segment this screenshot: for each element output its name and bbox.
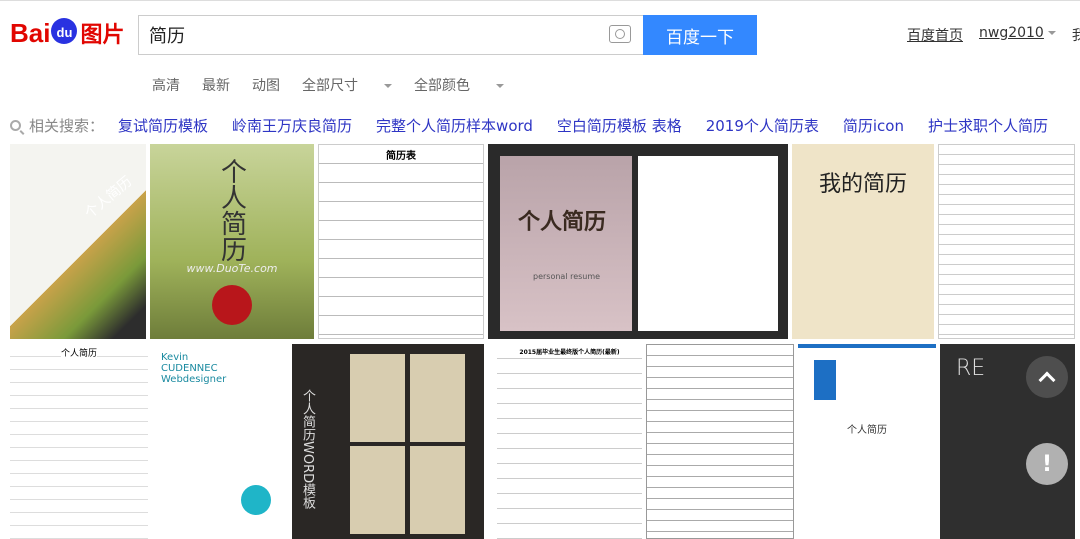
apple-image [212, 285, 252, 325]
user-menu[interactable]: nwg2010 [979, 25, 1056, 45]
chevron-down-icon [1047, 31, 1056, 39]
related-searches: 相关搜索： 复试简历模板 岭南王万庆良简历 完整个人简历样本word 空白简历模… [10, 115, 1072, 136]
chevron-up-icon [1038, 371, 1056, 389]
baidu-image-logo[interactable]: Bai du 图片 [10, 13, 124, 53]
image-result[interactable] [938, 144, 1075, 339]
my-link[interactable]: 我 [1072, 25, 1080, 45]
search-icon [10, 120, 21, 131]
related-link[interactable]: 岭南王万庆良简历 [232, 115, 352, 136]
image-result[interactable]: 个人简历 personal resume [488, 144, 788, 339]
image-result[interactable]: 简历表 [318, 144, 484, 339]
baidu-home-link[interactable]: 百度首页 [907, 25, 963, 45]
exclamation-icon: ! [1041, 451, 1053, 477]
filter-hd[interactable]: 高清 [152, 75, 180, 95]
related-link[interactable]: 护士求职个人简历 [928, 115, 1048, 136]
camera-icon[interactable] [609, 25, 631, 43]
image-result[interactable]: 个人简历WORD模板 [292, 344, 484, 539]
related-link[interactable]: 简历icon [843, 115, 904, 136]
image-result[interactable]: 2015届毕业生最终版个人简历(最新) [497, 344, 642, 539]
related-link[interactable]: 2019个人简历表 [706, 115, 819, 136]
feedback-button[interactable]: ! [1026, 443, 1068, 485]
image-result[interactable]: 个人简历 [10, 344, 148, 539]
filter-animated[interactable]: 动图 [252, 75, 280, 95]
related-link[interactable]: 空白简历模板 表格 [557, 115, 682, 136]
image-result[interactable]: 个人简历 www.DuoTe.com [150, 144, 314, 339]
image-result[interactable] [646, 344, 794, 539]
image-result[interactable]: 我的简历 [792, 144, 934, 339]
chevron-down-icon [384, 84, 392, 92]
filter-bar: 高清 最新 动图 全部尺寸 全部颜色 [152, 75, 526, 95]
image-result[interactable]: 个人简历 [10, 144, 146, 339]
related-link[interactable]: 完整个人简历样本word [376, 115, 533, 136]
paw-icon: du [51, 18, 78, 44]
filter-size[interactable]: 全部尺寸 [302, 75, 392, 95]
image-result[interactable]: 个人简历 [798, 344, 936, 539]
search-button[interactable]: 百度一下 [643, 15, 757, 55]
chevron-down-icon [496, 84, 504, 92]
filter-latest[interactable]: 最新 [202, 75, 230, 95]
image-result[interactable]: Kevin CUDENNEC Webdesigner [153, 344, 288, 539]
search-input[interactable]: 简历 [138, 15, 643, 55]
filter-color[interactable]: 全部颜色 [414, 75, 504, 95]
related-link[interactable]: 复试简历模板 [118, 115, 208, 136]
scroll-to-top-button[interactable] [1026, 356, 1068, 398]
